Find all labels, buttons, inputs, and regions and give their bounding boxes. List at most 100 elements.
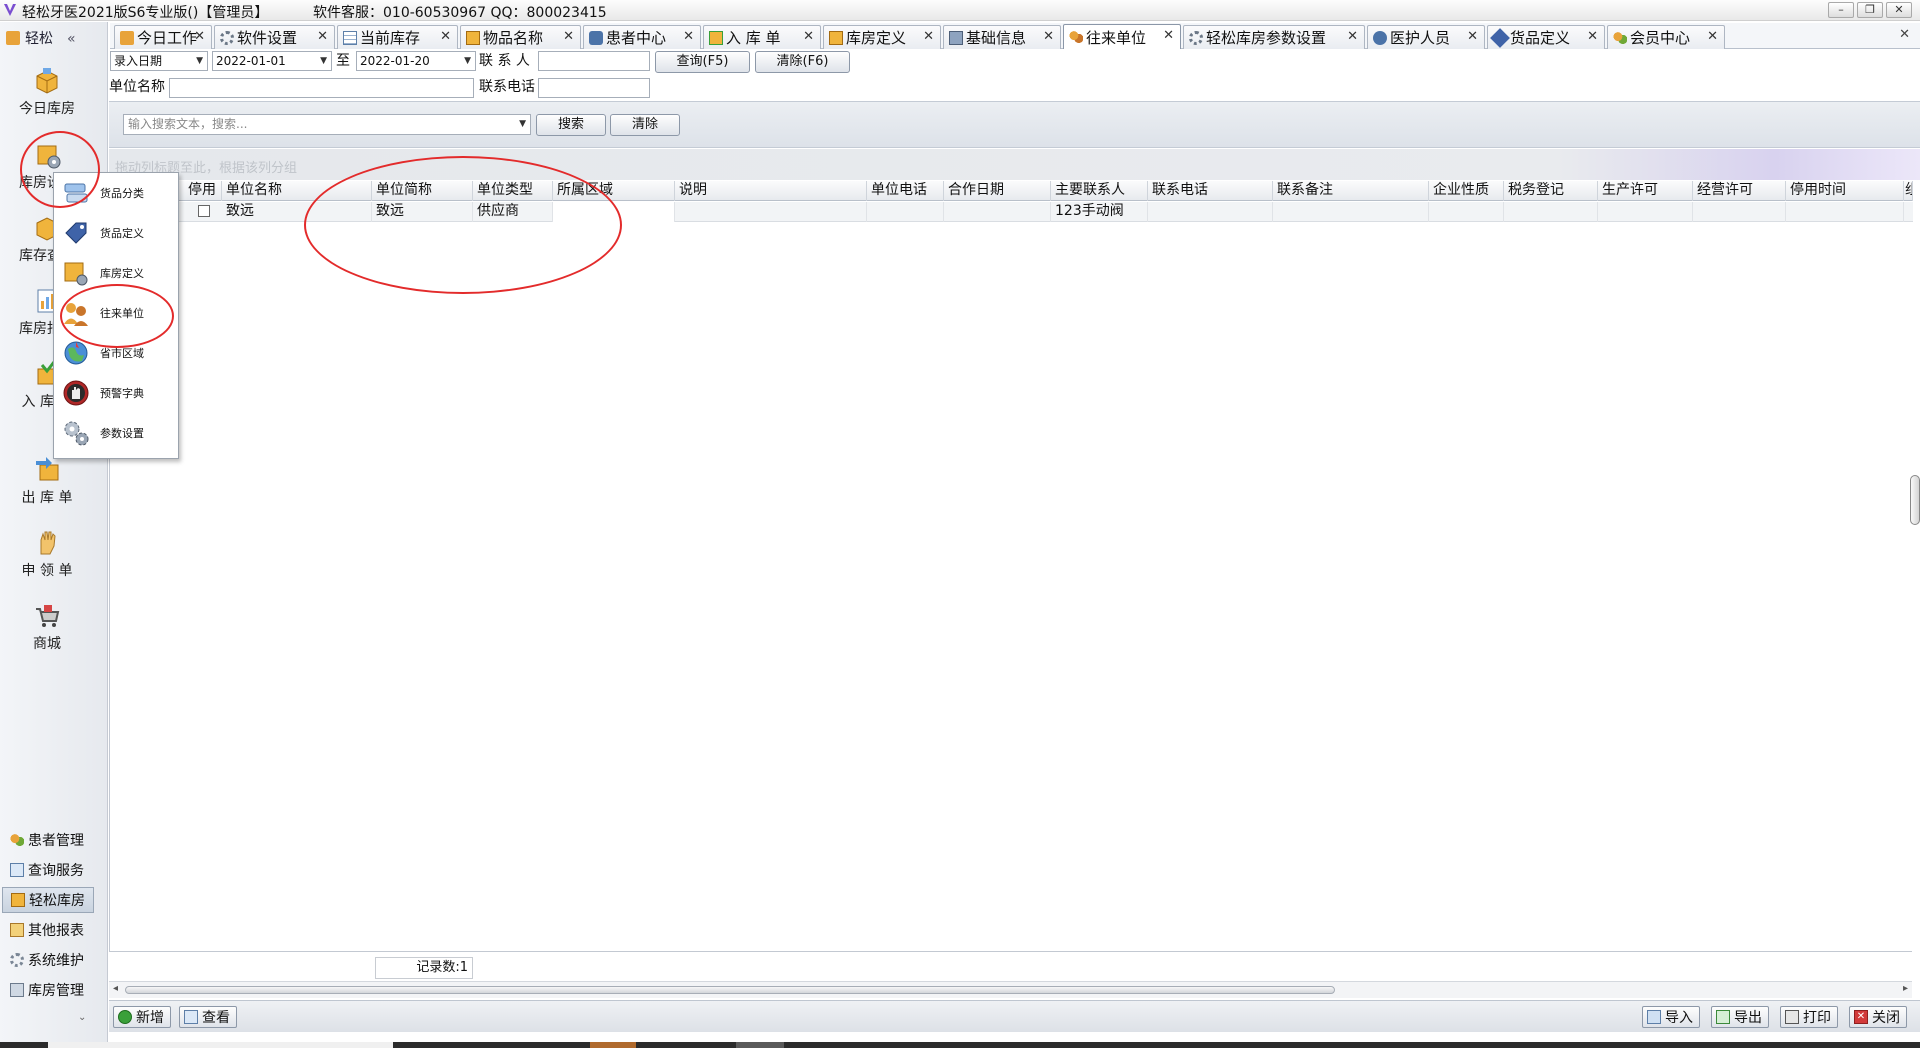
tab-basic-info[interactable]: 基础信息 ✕ bbox=[943, 25, 1061, 49]
tab-current-stock[interactable]: 当前库存 ✕ bbox=[337, 25, 458, 49]
contact-input[interactable] bbox=[538, 51, 650, 71]
search-button[interactable]: 搜索 bbox=[536, 114, 606, 136]
sidebar-scroll-down-icon[interactable]: ⌄ bbox=[78, 1012, 86, 1023]
column-header[interactable]: 单位类型 bbox=[473, 181, 553, 201]
close-all-tabs-icon[interactable]: ✕ bbox=[1899, 27, 1910, 42]
sidebar-item-mall[interactable]: 商城 bbox=[0, 601, 94, 653]
close-panel-button[interactable]: ✕ 关闭 bbox=[1849, 1006, 1907, 1028]
tab-medical-staff[interactable]: 医护人员 ✕ bbox=[1367, 25, 1485, 49]
search-input[interactable]: 输入搜索文本，搜索... ▼ bbox=[123, 114, 531, 135]
horizontal-scrollbar[interactable]: ◂ ▸ bbox=[109, 981, 1912, 998]
sidebar-module-patients[interactable]: 患者管理 bbox=[2, 827, 94, 853]
restore-button[interactable]: ❐ bbox=[1857, 2, 1883, 18]
tab-goods-definition[interactable]: 货品定义 ✕ bbox=[1487, 25, 1605, 49]
tab-close-icon[interactable]: ✕ bbox=[317, 29, 328, 44]
tab-close-icon[interactable]: ✕ bbox=[1347, 29, 1358, 44]
column-header[interactable]: 经营许可 bbox=[1693, 181, 1786, 201]
sidebar-item-requisition[interactable]: 申 领 单 bbox=[0, 528, 94, 580]
tab-close-icon[interactable]: ✕ bbox=[1043, 29, 1054, 44]
tab-close-icon[interactable]: ✕ bbox=[194, 29, 205, 44]
column-header[interactable]: 单位简称 bbox=[372, 181, 473, 201]
search-clear-button[interactable]: 清除 bbox=[610, 114, 680, 136]
export-button[interactable]: 导出 bbox=[1711, 1006, 1769, 1028]
tab-warehouse-definition[interactable]: 库房定义 ✕ bbox=[823, 25, 941, 49]
tab-close-icon[interactable]: ✕ bbox=[923, 29, 934, 44]
sidebar-collapse-button[interactable]: « bbox=[67, 31, 76, 47]
disabled-checkbox[interactable] bbox=[198, 205, 210, 217]
tab-software-settings[interactable]: 软件设置 ✕ bbox=[214, 25, 335, 49]
tab-patient-center[interactable]: 患者中心 ✕ bbox=[583, 25, 701, 49]
column-header[interactable]: 停用时间 bbox=[1786, 181, 1904, 201]
menu-item-goods-category[interactable]: 货品分类 bbox=[54, 175, 178, 211]
date-type-select[interactable]: 录入日期 ▼ bbox=[110, 51, 208, 71]
vertical-scroll-handle[interactable] bbox=[1910, 475, 1920, 525]
import-button[interactable]: 导入 bbox=[1642, 1006, 1700, 1028]
column-header[interactable]: 联系备注 bbox=[1273, 181, 1429, 201]
tab-close-icon[interactable]: ✕ bbox=[440, 29, 451, 44]
group-by-panel[interactable]: 拖动列标题至此，根据该列分组 bbox=[109, 149, 1920, 180]
sidebar-module-system-maintenance[interactable]: 系统维护 bbox=[2, 947, 94, 973]
column-header[interactable]: 停用 bbox=[184, 181, 222, 201]
scrollbar-thumb[interactable] bbox=[125, 986, 1335, 994]
sidebar-module-easy-warehouse[interactable]: 轻松库房 bbox=[2, 887, 94, 913]
column-header[interactable]: 主要联系人 bbox=[1051, 181, 1148, 201]
column-header[interactable]: 单位名称 bbox=[222, 181, 372, 201]
tab-close-icon[interactable]: ✕ bbox=[1163, 28, 1174, 43]
scroll-right-icon[interactable]: ▸ bbox=[1903, 983, 1908, 994]
date-to-picker[interactable]: 2022-01-20 ▼ bbox=[356, 51, 476, 71]
tab-close-icon[interactable]: ✕ bbox=[683, 29, 694, 44]
tab-label: 物品名称 bbox=[483, 29, 544, 47]
cell-main-contact: 123手动阀 bbox=[1051, 202, 1148, 222]
box-icon bbox=[466, 30, 480, 45]
column-header[interactable]: 联系电话 bbox=[1148, 181, 1273, 201]
tab-member-center[interactable]: 会员中心 ✕ bbox=[1607, 25, 1725, 49]
sidebar-module-other-reports[interactable]: 其他报表 bbox=[2, 917, 94, 943]
cell-unit-type: 供应商 bbox=[473, 202, 553, 222]
sidebar-module-warehouse-management[interactable]: 库房管理 bbox=[2, 977, 94, 1003]
sidebar-item-outbound[interactable]: 出 库 单 bbox=[0, 455, 94, 507]
tab-today-work[interactable]: 今日工作 ✕ bbox=[114, 25, 212, 49]
menu-item-partner-units[interactable]: 往来单位 bbox=[54, 295, 178, 331]
column-header[interactable]: 生产许可 bbox=[1598, 181, 1693, 201]
menu-item-goods-definition[interactable]: 货品定义 bbox=[54, 215, 178, 251]
column-header[interactable]: 所属区域 bbox=[553, 181, 675, 201]
table-row[interactable]: 致远 致远 供应商 123手动阀 bbox=[110, 202, 1913, 222]
menu-item-warehouse-definition[interactable]: 库房定义 bbox=[54, 255, 178, 291]
print-button[interactable]: 打印 bbox=[1780, 1006, 1838, 1028]
column-header[interactable]: 税务登记 bbox=[1504, 181, 1598, 201]
date-from-picker[interactable]: 2022-01-01 ▼ bbox=[212, 51, 332, 71]
tab-partner-units[interactable]: 往来单位 ✕ bbox=[1063, 24, 1181, 49]
tab-warehouse-params[interactable]: 轻松库房参数设置 ✕ bbox=[1183, 25, 1365, 49]
tab-item-names[interactable]: 物品名称 ✕ bbox=[460, 25, 581, 49]
cell-region[interactable] bbox=[553, 202, 675, 222]
menu-item-parameter-settings[interactable]: 参数设置 bbox=[54, 415, 178, 451]
phone-input[interactable] bbox=[538, 78, 650, 98]
box-icon bbox=[36, 68, 58, 94]
close-window-button[interactable]: ✕ bbox=[1886, 2, 1912, 18]
column-header[interactable]: 企业性质 bbox=[1429, 181, 1504, 201]
scroll-left-icon[interactable]: ◂ bbox=[113, 983, 118, 994]
grid-header: 停用 单位名称 单位简称 单位类型 所属区域 说明 单位电话 合作日期 主要联系… bbox=[110, 181, 1913, 201]
tab-close-icon[interactable]: ✕ bbox=[1587, 29, 1598, 44]
tab-inbound-order[interactable]: 入 库 单 ✕ bbox=[703, 25, 821, 49]
inbound-icon bbox=[709, 30, 723, 45]
query-button[interactable]: 查询(F5) bbox=[655, 51, 750, 73]
tab-close-icon[interactable]: ✕ bbox=[1707, 29, 1718, 44]
view-button[interactable]: 查看 bbox=[179, 1006, 237, 1028]
menu-item-warning-dictionary[interactable]: 预警字典 bbox=[54, 375, 178, 411]
column-header[interactable]: 组 bbox=[1904, 181, 1913, 201]
clear-filters-button[interactable]: 清除(F6) bbox=[755, 51, 850, 73]
unit-name-input[interactable] bbox=[169, 78, 474, 98]
tab-close-icon[interactable]: ✕ bbox=[563, 29, 574, 44]
minimize-button[interactable]: – bbox=[1828, 2, 1854, 18]
sidebar-module-query-service[interactable]: 查询服务 bbox=[2, 857, 94, 883]
column-header[interactable]: 单位电话 bbox=[867, 181, 944, 201]
tab-close-icon[interactable]: ✕ bbox=[1467, 29, 1478, 44]
tab-close-icon[interactable]: ✕ bbox=[803, 29, 814, 44]
column-header[interactable]: 合作日期 bbox=[944, 181, 1051, 201]
menu-item-province-region[interactable]: 省市区域 bbox=[54, 335, 178, 371]
sidebar-item-today-warehouse[interactable]: 今日库房 bbox=[0, 66, 94, 118]
add-button[interactable]: 新增 bbox=[113, 1006, 171, 1028]
column-header[interactable]: 说明 bbox=[675, 181, 867, 201]
box-gear-icon bbox=[37, 145, 61, 169]
